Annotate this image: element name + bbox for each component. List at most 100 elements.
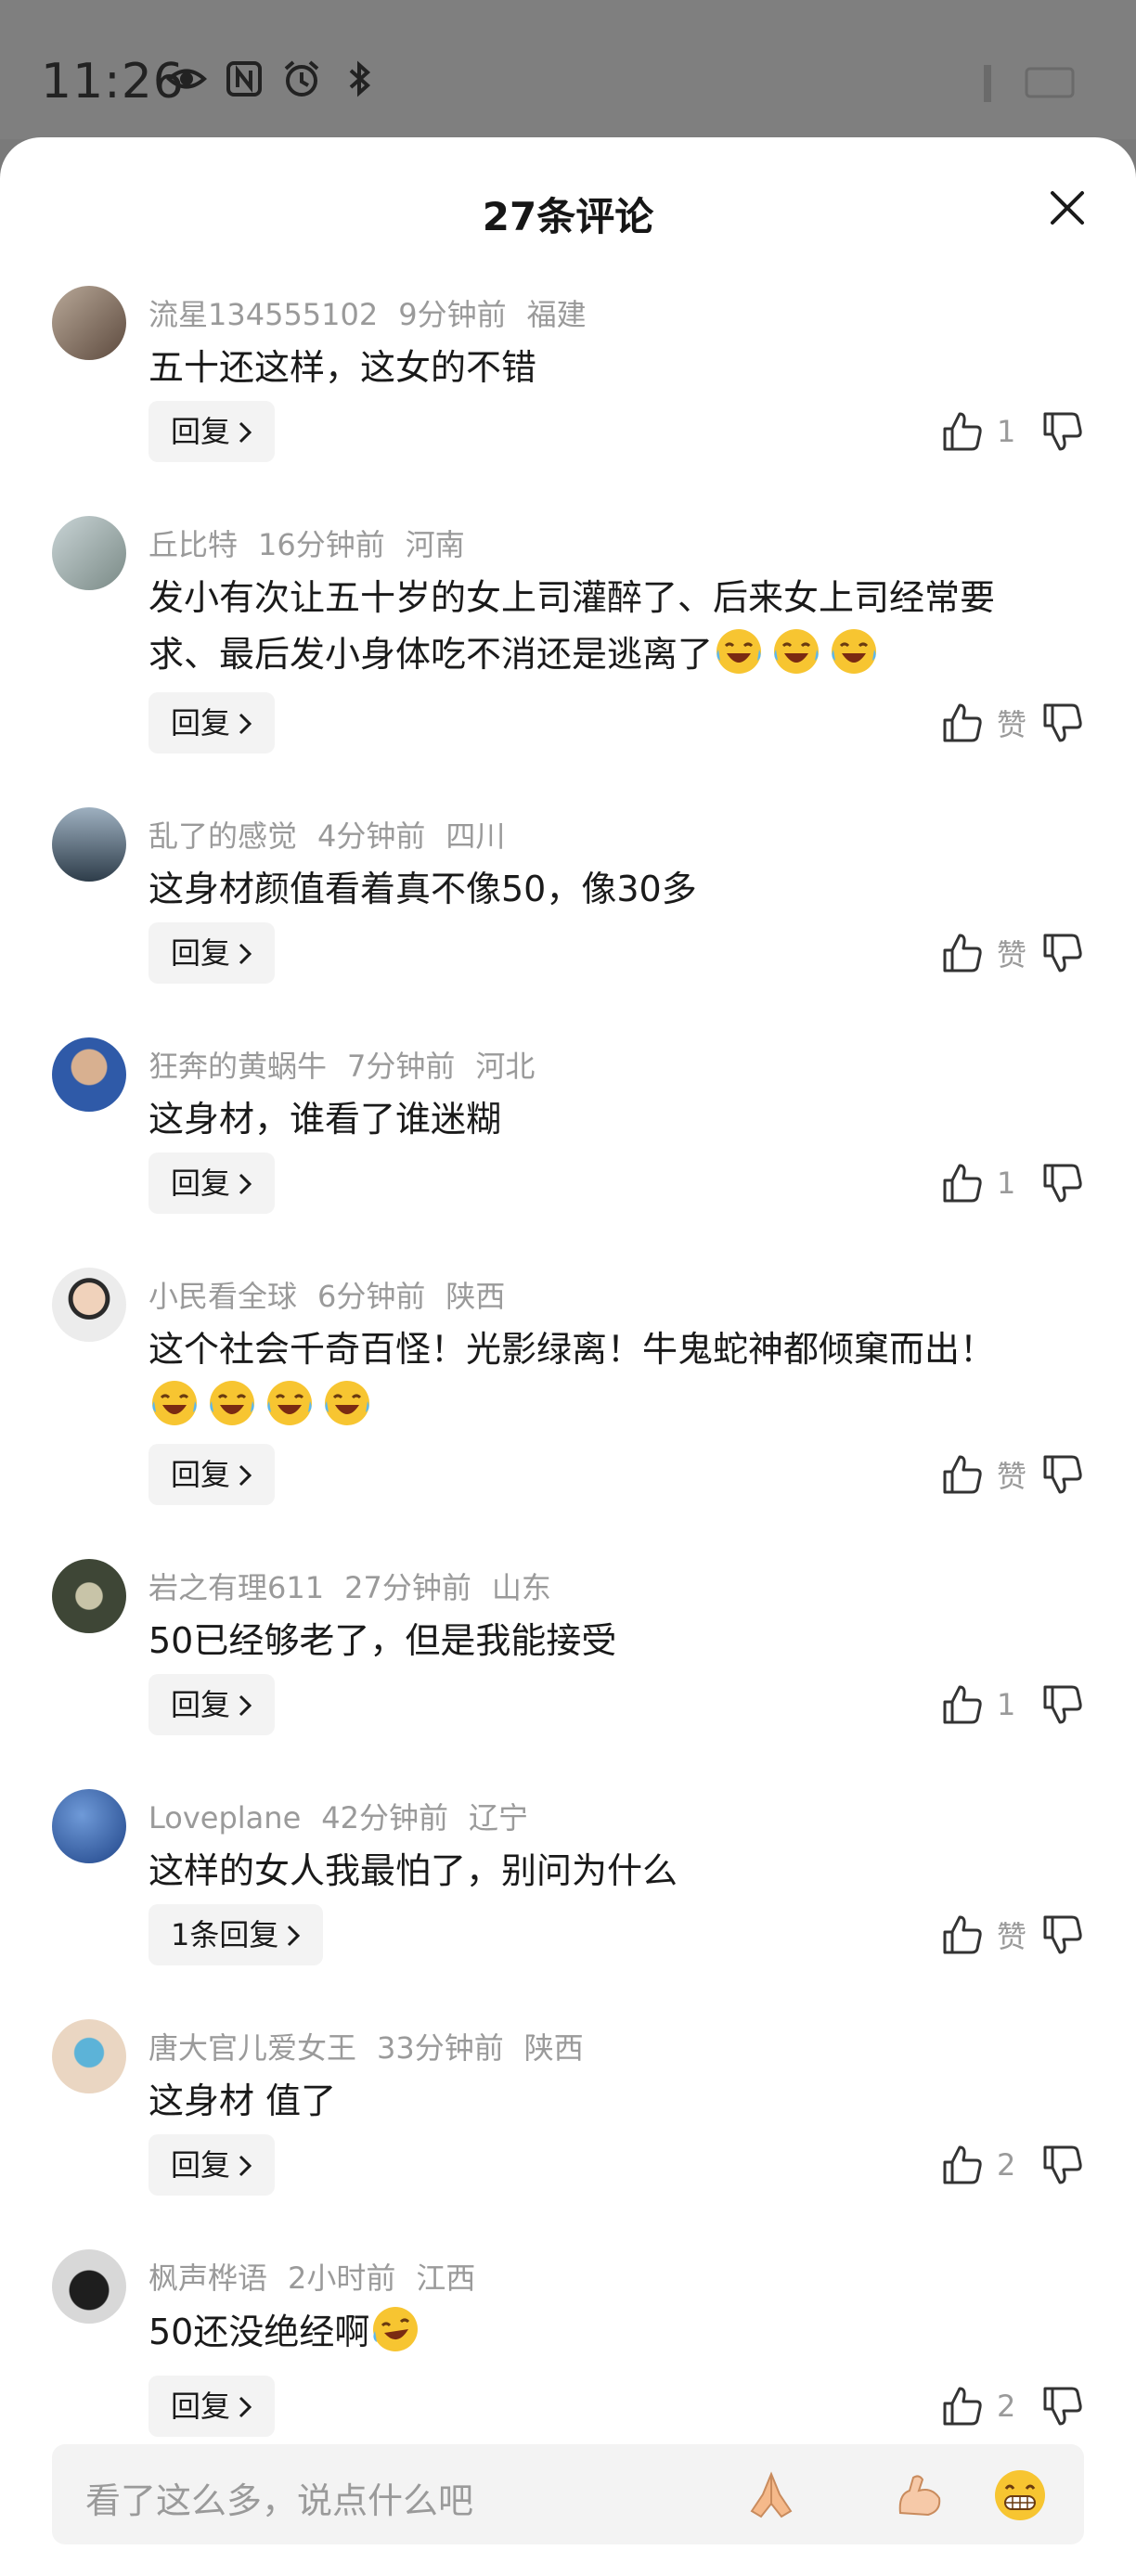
laughing-crying-emoji-icon bbox=[716, 629, 762, 674]
comment-username[interactable]: 流星134555102 bbox=[148, 297, 378, 332]
like-button[interactable]: 1 bbox=[941, 1674, 1034, 1735]
reply-button[interactable]: 回复 bbox=[148, 1444, 276, 1505]
reply-button[interactable]: 回复 bbox=[148, 692, 276, 753]
thumb-down-icon[interactable] bbox=[1041, 1453, 1084, 1496]
comment-text: 50已经够老了，但是我能接受 bbox=[148, 1620, 617, 1661]
flexed-biceps-emoji-icon[interactable] bbox=[891, 2467, 949, 2524]
comment-text: 这样的女人我最怕了，别问为什么 bbox=[148, 1850, 678, 1891]
reply-label: 回复 bbox=[171, 705, 231, 741]
chevron-right-icon bbox=[288, 1925, 301, 1947]
thumb-down-icon[interactable] bbox=[1041, 2385, 1084, 2428]
thumb-down-icon[interactable] bbox=[1041, 932, 1084, 974]
comment-username[interactable]: Loveplane bbox=[148, 1800, 301, 1835]
comment-input-placeholder[interactable]: 看了这么多，说点什么吧 bbox=[85, 2472, 473, 2523]
thumb-down-icon[interactable] bbox=[1041, 1162, 1084, 1204]
rofl-emoji-icon bbox=[373, 2307, 419, 2351]
reply-button[interactable]: 回复 bbox=[148, 922, 276, 984]
like-button[interactable]: 赞 bbox=[941, 692, 1034, 753]
like-count: 赞 bbox=[997, 1459, 1027, 1494]
thumb-up-icon bbox=[943, 1164, 982, 1203]
comment-location: 河北 bbox=[475, 1049, 536, 1084]
avatar[interactable] bbox=[52, 2019, 126, 2093]
comment-location: 福建 bbox=[526, 297, 587, 332]
folded-hands-emoji-icon[interactable] bbox=[742, 2467, 800, 2524]
comment-username[interactable]: 岩之有理611 bbox=[148, 1570, 324, 1605]
avatar[interactable] bbox=[52, 1559, 126, 1633]
like-count: 赞 bbox=[997, 937, 1027, 972]
comment-username[interactable]: 唐大官儿爱女王 bbox=[148, 2030, 356, 2066]
comment-time: 42分钟前 bbox=[321, 1800, 448, 1835]
comment-time: 4分钟前 bbox=[317, 818, 426, 854]
comment-username[interactable]: 狂奔的黄蜗牛 bbox=[148, 1049, 327, 1084]
reply-button[interactable]: 回复 bbox=[148, 2376, 276, 2437]
reply-button[interactable]: 回复 bbox=[148, 401, 276, 462]
reply-button[interactable]: 回复 bbox=[148, 1153, 276, 1214]
comment-location: 山东 bbox=[491, 1570, 551, 1605]
comment-location: 江西 bbox=[416, 2260, 476, 2296]
thumb-up-icon bbox=[943, 412, 982, 451]
thumb-down-icon[interactable] bbox=[1041, 702, 1084, 744]
status-icons bbox=[165, 58, 381, 100]
reply-label: 回复 bbox=[171, 1166, 231, 1201]
close-icon[interactable] bbox=[1049, 189, 1086, 226]
comment-text: 发小有次让五十岁的女上司灌醉了、后来女上司经常要求、最后发小身体吃不消还是逃离了 bbox=[148, 570, 1058, 682]
reply-button[interactable]: 回复 bbox=[148, 1674, 276, 1735]
thumb-down-icon[interactable] bbox=[1041, 410, 1084, 453]
like-button[interactable]: 2 bbox=[941, 2134, 1034, 2196]
reply-label: 回复 bbox=[171, 2147, 231, 2183]
comment-username[interactable]: 乱了的感觉 bbox=[148, 818, 297, 854]
like-count: 1 bbox=[997, 1166, 1016, 1201]
like-count: 1 bbox=[997, 414, 1016, 449]
chevron-right-icon bbox=[239, 713, 252, 735]
comment-text: 这个社会千奇百怪！光影绿离！牛鬼蛇神都倾窠而出！ bbox=[148, 1321, 1058, 1434]
thumb-down-icon[interactable] bbox=[1041, 1913, 1084, 1956]
status-time: 11:26 bbox=[41, 54, 185, 109]
thumb-up-icon bbox=[943, 2387, 982, 2426]
like-button[interactable]: 1 bbox=[941, 1153, 1034, 1214]
like-button[interactable]: 赞 bbox=[941, 1904, 1034, 1965]
thumb-down-icon[interactable] bbox=[1041, 2144, 1084, 2186]
comment-meta: 小民看全球 6分钟前 陕西 bbox=[148, 1273, 525, 1316]
comment-input-bar[interactable]: 看了这么多，说点什么吧 bbox=[52, 2444, 1084, 2544]
reply-label: 回复 bbox=[171, 1687, 231, 1722]
comment-time: 27分钟前 bbox=[344, 1570, 471, 1605]
grinning-emoji-icon[interactable] bbox=[991, 2467, 1049, 2524]
laughing-crying-emoji-icon bbox=[210, 1381, 254, 1425]
comment-location: 陕西 bbox=[445, 1279, 506, 1314]
comment-meta: 狂奔的黄蜗牛 7分钟前 河北 bbox=[148, 1043, 555, 1086]
comment-username[interactable]: 丘比特 bbox=[148, 527, 238, 562]
thumb-up-icon bbox=[943, 1915, 982, 1954]
comment-meta: 丘比特 16分钟前 河南 bbox=[148, 522, 485, 564]
comment-time: 9分钟前 bbox=[398, 297, 507, 332]
comment-text-body: 50还没绝经啊 bbox=[148, 2312, 370, 2352]
like-button[interactable]: 赞 bbox=[941, 1444, 1034, 1505]
avatar[interactable] bbox=[52, 286, 126, 360]
avatar[interactable] bbox=[52, 1037, 126, 1112]
like-count: 赞 bbox=[997, 707, 1027, 742]
avatar[interactable] bbox=[52, 2249, 126, 2324]
chevron-right-icon bbox=[239, 1694, 252, 1717]
comment-location: 陕西 bbox=[523, 2030, 584, 2066]
avatar[interactable] bbox=[52, 1268, 126, 1342]
avatar[interactable] bbox=[52, 1789, 126, 1863]
avatar[interactable] bbox=[52, 807, 126, 882]
thumb-up-icon bbox=[943, 934, 982, 972]
bluetooth-icon bbox=[338, 58, 381, 100]
comment-meta: 唐大官儿爱女王 33分钟前 陕西 bbox=[148, 2025, 604, 2067]
like-button[interactable]: 赞 bbox=[941, 922, 1034, 984]
laughing-crying-emoji-icon bbox=[325, 1381, 369, 1425]
avatar[interactable] bbox=[52, 516, 126, 590]
comment-text: 五十还这样，这女的不错 bbox=[148, 347, 537, 388]
reply-button[interactable]: 回复 bbox=[148, 2134, 276, 2196]
alarm-icon bbox=[280, 58, 323, 100]
comment-username[interactable]: 枫声桦语 bbox=[148, 2260, 267, 2296]
like-count: 赞 bbox=[997, 1919, 1027, 1954]
like-count: 1 bbox=[997, 1687, 1016, 1722]
like-button[interactable]: 1 bbox=[941, 401, 1034, 462]
reply-button[interactable]: 1条回复 bbox=[148, 1904, 324, 1965]
comment-username[interactable]: 小民看全球 bbox=[148, 1279, 297, 1314]
like-button[interactable]: 2 bbox=[941, 2376, 1034, 2437]
status-right-icons bbox=[978, 61, 1080, 104]
thumb-down-icon[interactable] bbox=[1041, 1683, 1084, 1726]
comment-meta: 流星134555102 9分钟前 福建 bbox=[148, 291, 607, 334]
